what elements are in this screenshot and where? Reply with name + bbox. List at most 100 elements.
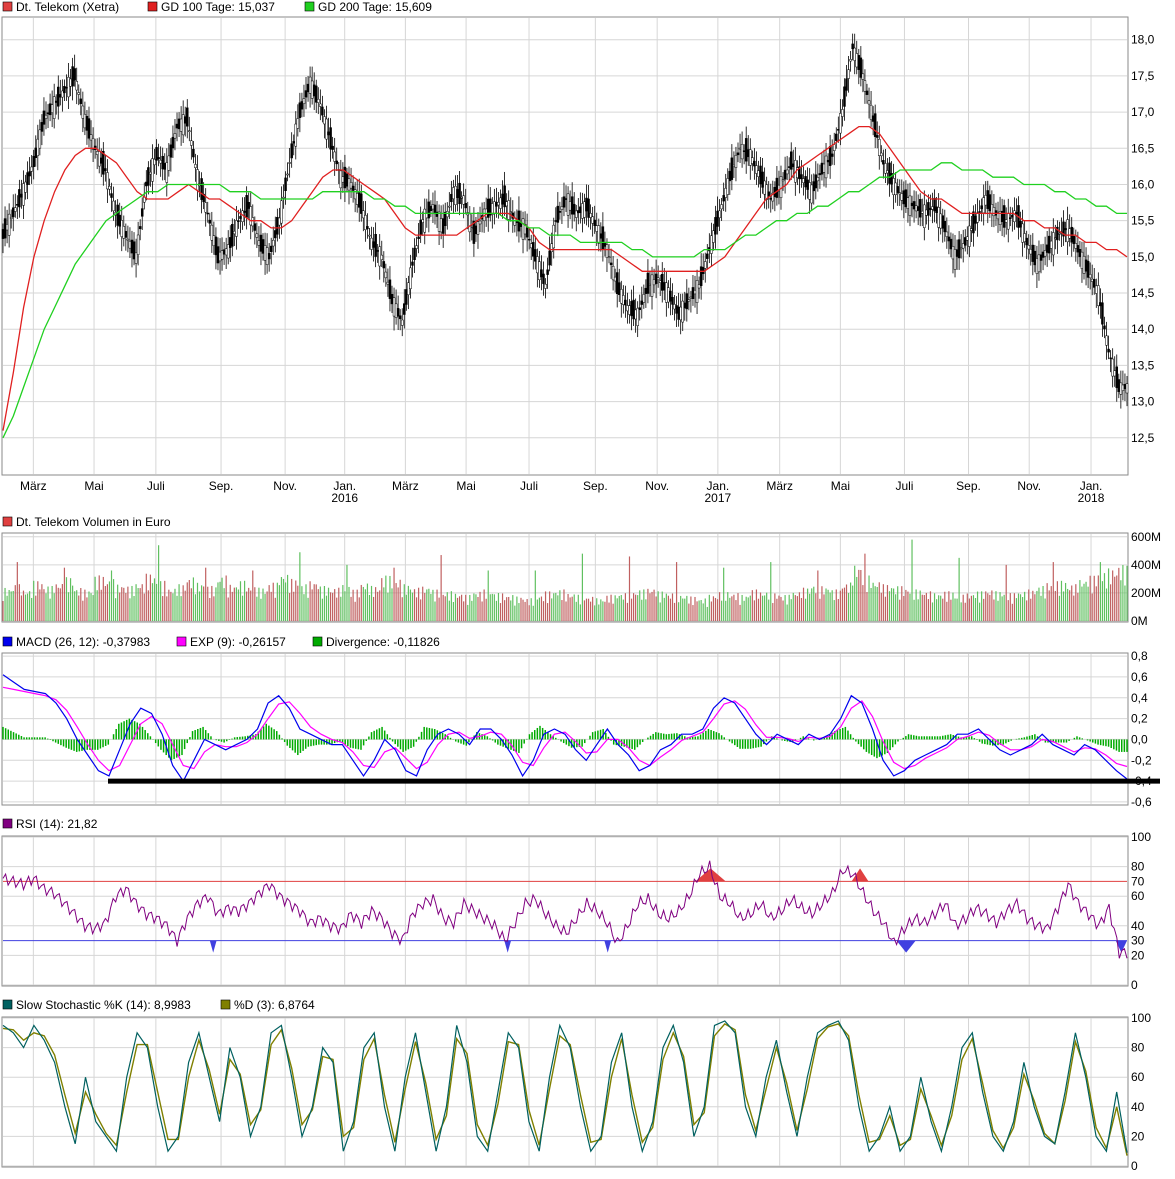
candle-body [667,287,670,303]
candle-body [274,230,277,239]
candle-body [435,211,439,217]
candle-body [558,210,562,213]
candle-body [951,246,955,260]
candle-body [767,191,770,197]
candle-body [814,174,818,189]
candle-body [812,181,816,192]
candle-body [1086,260,1090,278]
candle-body [495,201,498,207]
candle-body [783,169,787,180]
candle-body [1095,285,1098,294]
candle-body [493,201,496,215]
y-tick-label-macd: -0,2 [1131,753,1152,767]
candle-body [560,206,564,210]
candle-body [572,203,576,215]
candle-body [478,220,482,225]
candle-body [100,157,103,164]
stock-chart: Dt. Telekom (Xetra) GD 100 Tage: 15,037 … [1,0,1161,1173]
candle-body [900,193,904,201]
candle-body [159,159,162,164]
candle-body [286,173,289,176]
candle-body [775,177,779,198]
candle-body [325,118,328,140]
legend-swatch-exp [176,636,187,647]
candle-body [556,205,560,223]
candle-body [712,230,715,243]
candle-body [1002,205,1006,228]
candle-body [1117,379,1121,392]
candle-body [423,208,427,233]
candle-body [746,149,750,158]
candle-body [564,198,568,200]
candle-body [984,195,987,206]
legend-label-exp: EXP (9): -0,26157 [190,635,286,649]
candle-body [400,319,404,326]
x-tick-label: Nov. [645,479,669,493]
candle-body [50,104,54,114]
candle-body [837,129,840,131]
candle-body [968,225,971,247]
rsi-oversold-fill [504,940,512,953]
candle-body [757,170,760,177]
candle-body [405,289,408,305]
candle-body [1043,250,1047,257]
candle-body [620,289,623,304]
candle-body [452,187,455,200]
candle-body [1041,251,1045,258]
candle-body [843,86,846,107]
x-tick-label: Sep. [209,479,234,493]
candle-body [710,235,713,254]
candle-body [153,158,156,166]
candle-body [374,233,377,257]
candle-body [779,176,783,198]
legend-swatch-volume [2,516,13,527]
candle-body [867,100,871,105]
candle-body [521,218,525,240]
candle-body [706,253,709,259]
y-tick-label-price: 16,5 [1131,141,1155,155]
candle-body [155,147,158,161]
candle-body [190,140,193,146]
candle-body [527,238,531,241]
candle-body [1097,285,1100,306]
candle-body [841,109,844,117]
candle-body [331,145,334,150]
candle-body [145,181,148,187]
candle-body [990,204,994,214]
candle-body [575,210,578,218]
candle-body [828,146,832,166]
candle-body [566,193,570,216]
candle-body [697,284,701,289]
candle-body [916,206,920,211]
candle-body [587,198,590,218]
candle-body [1004,219,1008,223]
candle-body [982,197,985,214]
y-tick-label-price: 12,5 [1131,431,1155,445]
y-tick-label-rsi: 0 [1131,978,1138,992]
candle-body [902,190,906,205]
rsi-series: 70 30 [2,860,1145,959]
candle-body [683,302,687,309]
candle-body [165,162,169,183]
candle-body [446,211,449,218]
candle-body [652,279,656,286]
candle-body [656,277,660,281]
candle-body [329,127,332,150]
candle-body [441,218,445,234]
candle-body [589,213,592,218]
candle-body [300,101,304,110]
candle-body [83,113,87,129]
candle-body [822,163,826,173]
candle-body [251,217,255,227]
y-tick-label-rsi: 20 [1131,948,1145,962]
candle-body [1045,244,1049,253]
candle-body [845,78,848,91]
candle-body [89,134,93,141]
candle-body [409,267,412,289]
candle-body [1105,335,1108,346]
candle-body [1029,249,1033,255]
candle-body [1019,221,1022,228]
candle-body [1037,254,1041,273]
candle-body [880,152,883,157]
candle-body [943,220,947,233]
